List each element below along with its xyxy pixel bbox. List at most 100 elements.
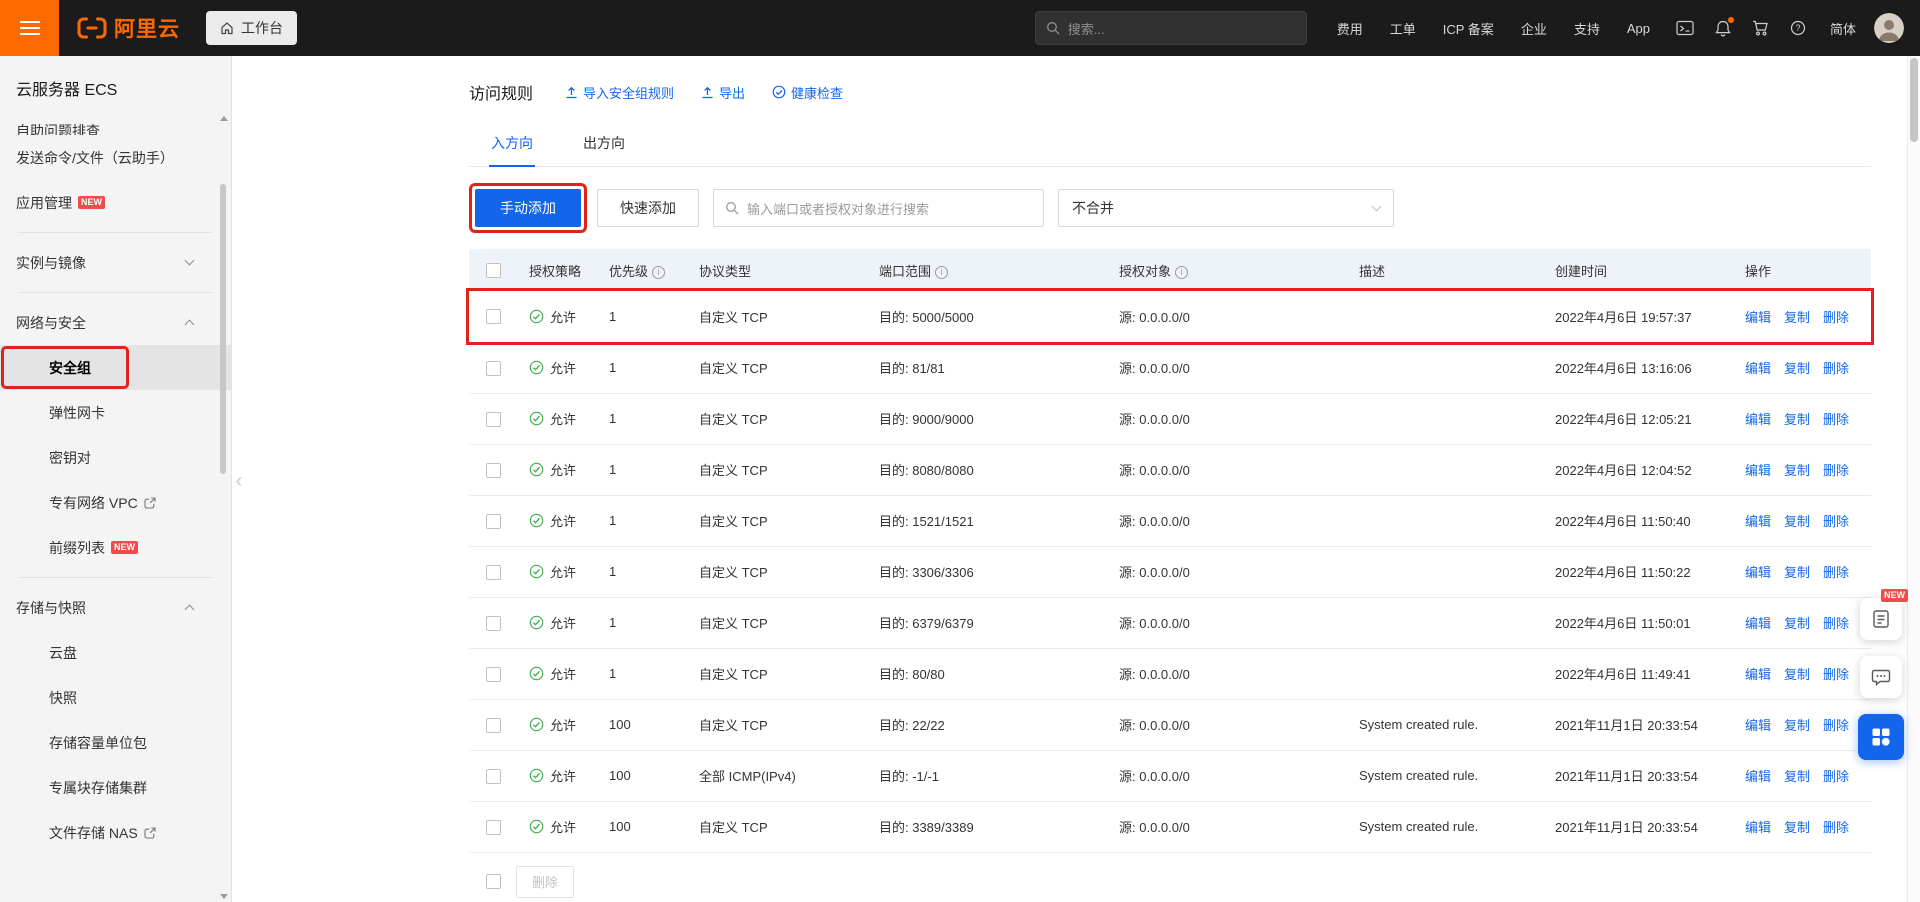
tab-inbound[interactable]: 入方向 (489, 124, 535, 167)
row-checkbox[interactable] (486, 309, 501, 325)
manual-add-button[interactable]: 手动添加 (475, 189, 581, 227)
merge-select[interactable]: 不合并 (1058, 189, 1394, 227)
select-all-checkbox[interactable] (486, 263, 501, 279)
scroll-up-arrow-icon[interactable] (220, 116, 228, 121)
copy-link[interactable]: 复制 (1784, 616, 1810, 631)
notification-bell-icon[interactable] (1715, 16, 1734, 37)
delete-link[interactable]: 删除 (1823, 820, 1849, 835)
topbar-search-input[interactable]: 搜索... (1034, 11, 1307, 45)
row-checkbox[interactable] (486, 819, 501, 835)
edit-link[interactable]: 编辑 (1745, 463, 1771, 478)
sidebar-item-storage-snapshot[interactable]: 存储与快照 (0, 585, 231, 630)
row-checkbox[interactable] (486, 666, 501, 682)
sidebar-item-prefix-list[interactable]: 前缀列表 NEW (0, 525, 231, 570)
topbar-menu-icp-filing[interactable]: ICP 备案 (1443, 19, 1494, 38)
row-checkbox[interactable] (486, 768, 501, 784)
row-checkbox[interactable] (486, 462, 501, 478)
edit-link[interactable]: 编辑 (1745, 769, 1771, 784)
copy-link[interactable]: 复制 (1784, 667, 1810, 682)
copy-link[interactable]: 复制 (1784, 820, 1810, 835)
copy-link[interactable]: 复制 (1784, 310, 1810, 325)
sidebar-scrollbar-thumb[interactable] (220, 184, 226, 474)
sidebar-item-instances-images[interactable]: 实例与镜像 (0, 240, 231, 285)
delete-link[interactable]: 删除 (1823, 310, 1849, 325)
edit-link[interactable]: 编辑 (1745, 310, 1771, 325)
sidebar-item-eni[interactable]: 弹性网卡 (0, 390, 231, 435)
delete-link[interactable]: 删除 (1823, 565, 1849, 580)
avatar[interactable] (1874, 13, 1904, 43)
edit-link[interactable]: 编辑 (1745, 565, 1771, 580)
copy-link[interactable]: 复制 (1784, 361, 1810, 376)
topbar-menu-enterprise[interactable]: 企业 (1521, 19, 1547, 38)
sidebar-item-nas[interactable]: 文件存储 NAS (0, 810, 231, 855)
column-header: 操作 (1745, 263, 1772, 279)
edit-link[interactable]: 编辑 (1745, 361, 1771, 376)
workbench-button[interactable]: 工作台 (206, 11, 297, 45)
delete-link[interactable]: 删除 (1823, 718, 1849, 733)
delete-link[interactable]: 删除 (1823, 361, 1849, 376)
page-scrollbar[interactable] (1907, 56, 1920, 902)
topbar-menu-support[interactable]: 支持 (1574, 19, 1600, 38)
row-checkbox[interactable] (486, 615, 501, 631)
copy-link[interactable]: 复制 (1784, 412, 1810, 427)
delete-link[interactable]: 删除 (1823, 463, 1849, 478)
sidebar-item-security-group[interactable]: 安全组 (0, 345, 231, 390)
sidebar-item-storage-capacity-unit[interactable]: 存储容量单位包 (0, 720, 231, 765)
copy-link[interactable]: 复制 (1784, 514, 1810, 529)
tab-outbound[interactable]: 出方向 (581, 124, 627, 166)
edit-link[interactable]: 编辑 (1745, 667, 1771, 682)
page-scrollbar-thumb[interactable] (1910, 58, 1918, 142)
sidebar-item-key-pair[interactable]: 密钥对 (0, 435, 231, 480)
sidebar-collapse-handle[interactable]: ‹ (232, 458, 246, 504)
cart-icon[interactable] (1752, 20, 1769, 36)
aliyun-logo[interactable]: 阿里云 (77, 13, 180, 43)
topbar-menu-work-orders[interactable]: 工单 (1390, 19, 1416, 38)
topbar-menu-billing[interactable]: 费用 (1337, 19, 1363, 38)
topbar-menu-app[interactable]: App (1627, 21, 1650, 36)
quick-add-button[interactable]: 快速添加 (597, 189, 699, 227)
edit-link[interactable]: 编辑 (1745, 616, 1771, 631)
sidebar-divider (18, 577, 213, 578)
sidebar-item-self-diagnosis[interactable]: 自助问题排查 (0, 113, 231, 135)
edit-link[interactable]: 编辑 (1745, 718, 1771, 733)
edit-link[interactable]: 编辑 (1745, 514, 1771, 529)
delete-link[interactable]: 删除 (1823, 514, 1849, 529)
delete-link[interactable]: 删除 (1823, 616, 1849, 631)
row-checkbox[interactable] (486, 411, 501, 427)
edit-link[interactable]: 编辑 (1745, 820, 1771, 835)
row-checkbox[interactable] (486, 564, 501, 580)
sidebar-item-dedicated-block-storage[interactable]: 专属块存储集群 (0, 765, 231, 810)
sidebar-item-disk[interactable]: 云盘 (0, 630, 231, 675)
delete-link[interactable]: 删除 (1823, 769, 1849, 784)
copy-link[interactable]: 复制 (1784, 463, 1810, 478)
sidebar-item-vpc[interactable]: 专有网络 VPC (0, 480, 231, 525)
hamburger-menu-button[interactable] (0, 0, 59, 56)
batch-delete-button[interactable]: 删除 (516, 865, 575, 898)
edit-link[interactable]: 编辑 (1745, 412, 1771, 427)
export-link[interactable]: 导出 (701, 83, 745, 102)
rule-search-input[interactable]: 输入端口或者授权对象进行搜索 (713, 189, 1044, 227)
health-check-link[interactable]: 健康检查 (772, 83, 843, 102)
row-checkbox[interactable] (486, 360, 501, 376)
row-checkbox[interactable] (486, 717, 501, 733)
sidebar-scrollbar[interactable] (218, 116, 230, 899)
delete-link[interactable]: 删除 (1823, 412, 1849, 427)
survey-button[interactable]: NEW (1860, 589, 1908, 640)
sidebar-item-send-command[interactable]: 发送命令/文件（云助手） (0, 135, 231, 180)
delete-link[interactable]: 删除 (1823, 667, 1849, 682)
sidebar-item-network-security[interactable]: 网络与安全 (0, 300, 231, 345)
copy-link[interactable]: 复制 (1784, 718, 1810, 733)
scroll-down-arrow-icon[interactable] (220, 894, 228, 899)
sidebar-item-snapshot[interactable]: 快照 (0, 675, 231, 720)
feedback-button[interactable] (1860, 656, 1902, 698)
console-terminal-icon[interactable] (1676, 20, 1694, 36)
mini-apps-button[interactable] (1858, 714, 1904, 760)
import-rules-link[interactable]: 导入安全组规则 (565, 83, 674, 102)
language-selector[interactable]: 简体 (1830, 19, 1856, 38)
row-checkbox[interactable] (486, 513, 501, 529)
copy-link[interactable]: 复制 (1784, 565, 1810, 580)
copy-link[interactable]: 复制 (1784, 769, 1810, 784)
help-icon[interactable]: ? (1790, 20, 1806, 36)
sidebar-item-app-management[interactable]: 应用管理 NEW (0, 180, 231, 225)
batch-select-checkbox[interactable] (486, 874, 501, 889)
